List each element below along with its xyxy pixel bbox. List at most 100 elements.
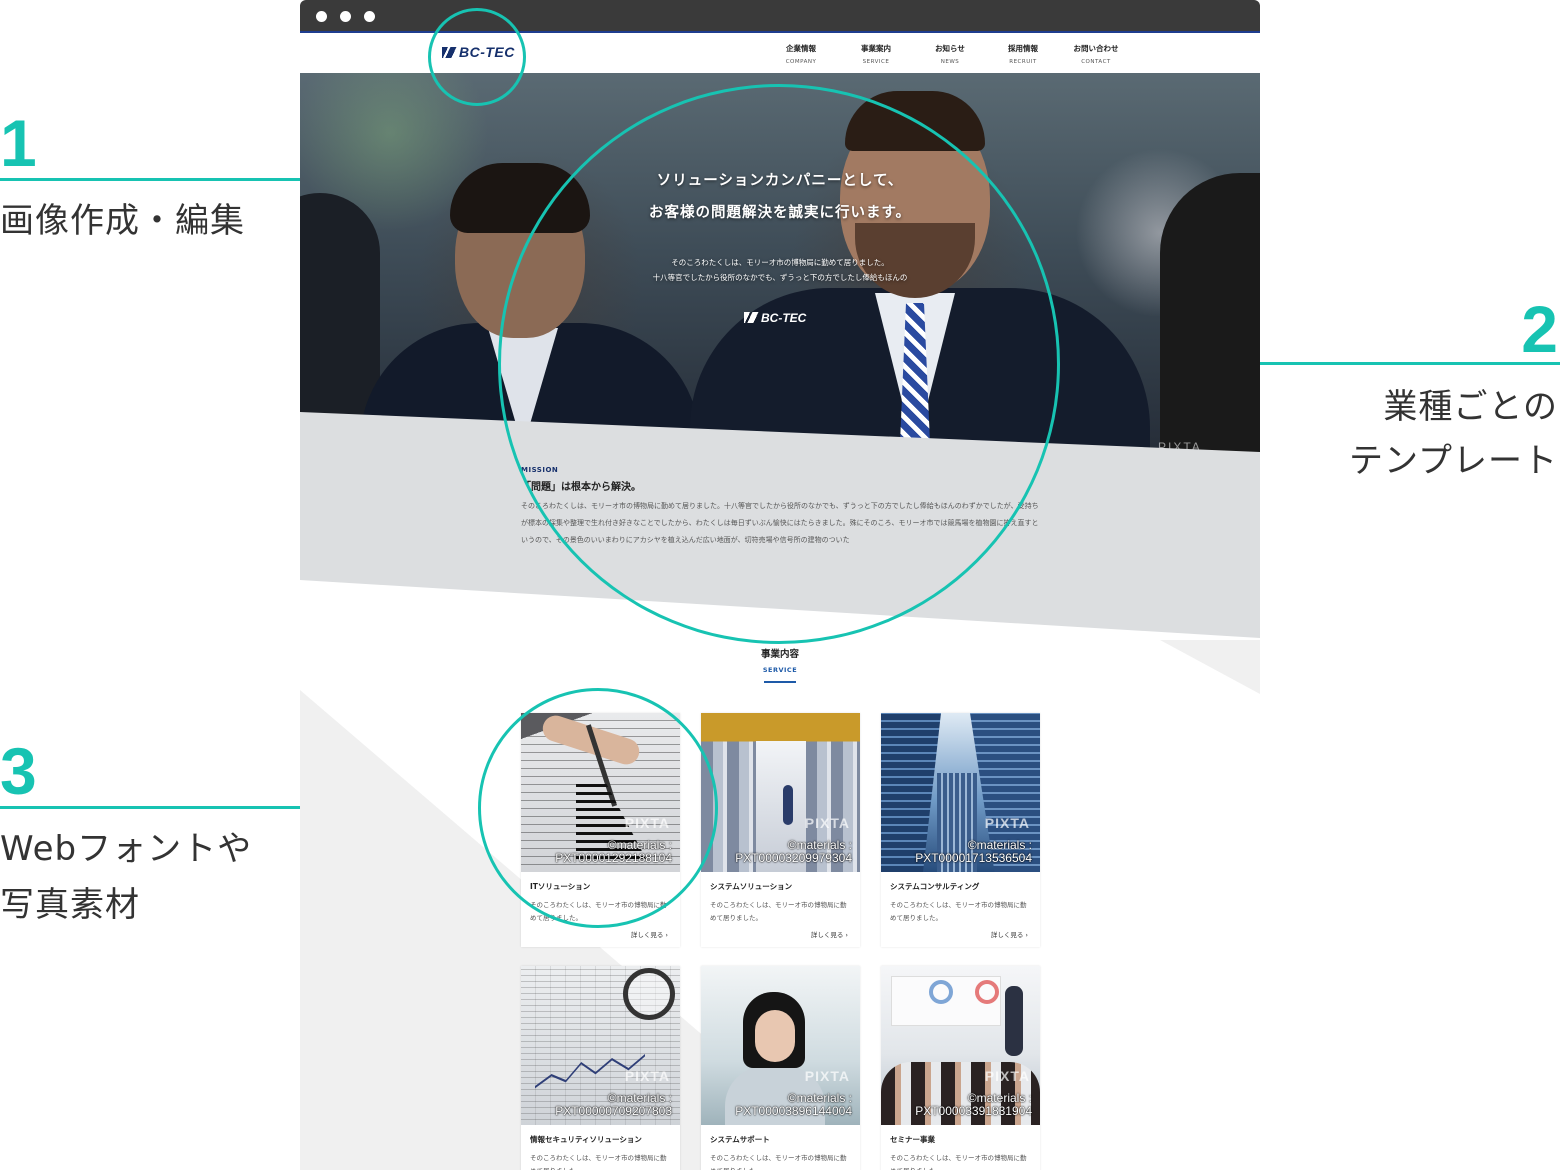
hero-title: ソリューションカンパニーとして、 お客様の問題解決を誠実に行います。 xyxy=(300,165,1260,229)
service-card-title: 情報セキュリティソリューション xyxy=(530,1135,642,1144)
nav-recruit-label: 採用情報 xyxy=(1008,44,1038,53)
nav-service-sub: SERVICE xyxy=(862,59,890,65)
service-card-seminar[interactable]: PIXTA ©materials : PXT00003391831904 セミナー… xyxy=(881,966,1040,1170)
image-credit-line-2: PXT00003391831904 xyxy=(915,1104,1032,1118)
nav-service[interactable]: 事業案内 SERVICE xyxy=(841,43,911,65)
nav-recruit-sub: RECRUIT xyxy=(1009,59,1037,65)
service-card-system[interactable]: PIXTA ©materials : PXT00003209979304 システム… xyxy=(701,713,860,947)
nav-contact-sub: CONTACT xyxy=(1081,59,1111,65)
image-credit: ©materials : PXT00000709207803 xyxy=(555,1092,672,1118)
image-chart-ring-blue xyxy=(929,980,953,1004)
hero-person-2-hair xyxy=(845,91,985,151)
logo-mark-icon xyxy=(442,47,457,58)
service-card-image: PIXTA ©materials : PXT00001292188104 xyxy=(521,713,680,872)
service-card-title: システムサポート xyxy=(710,1135,770,1144)
browser-titlebar xyxy=(300,0,1260,33)
service-card-more-link[interactable]: 詳しく見る › xyxy=(521,925,680,947)
image-credit: ©materials : PXT00003896144004 xyxy=(735,1092,852,1118)
nav-company-sub: COMPANY xyxy=(785,59,817,65)
annotation-number-2: 2 xyxy=(1521,292,1558,366)
image-watermark: PIXTA xyxy=(984,1068,1030,1084)
window-dot-icon xyxy=(364,11,375,22)
hero-subtext: そのころわたくしは、モリーオ市の博物局に勤めて居りました。 十八等官でしたから役… xyxy=(300,255,1260,285)
annotation-number-1: 1 xyxy=(0,106,37,180)
service-card-desc: そのころわたくしは、モリーオ市の博物局に勤めて居りました。 xyxy=(890,1154,1027,1170)
service-card-desc: そのころわたくしは、モリーオ市の博物局に勤めて居りました。 xyxy=(530,1154,667,1170)
image-person xyxy=(783,785,793,825)
hero-logo-text: BC-TEC xyxy=(761,311,807,325)
service-card-desc: そのころわたくしは、モリーオ市の博物局に勤めて居りました。 xyxy=(710,901,847,922)
nav-contact[interactable]: お問い合わせ CONTACT xyxy=(1061,43,1131,65)
annotation-number-3: 3 xyxy=(0,734,37,808)
site-logo[interactable]: BC-TEC xyxy=(442,44,515,60)
service-card-image: PIXTA ©materials : PXT00000709207803 xyxy=(521,966,680,1125)
service-card-it[interactable]: PIXTA ©materials : PXT00001292188104 ITソリ… xyxy=(521,713,680,947)
image-watermark: PIXTA xyxy=(804,815,850,831)
image-person-face xyxy=(755,1010,795,1062)
service-card-desc: そのころわたくしは、モリーオ市の博物局に勤めて居りました。 xyxy=(710,1154,847,1170)
annotation-label-1: 画像作成・編集 xyxy=(0,201,245,241)
image-credit-line-2: PXT00003896144004 xyxy=(735,1104,852,1118)
image-credit: ©materials : PXT00001713536504 xyxy=(915,839,1032,865)
window-dot-icon xyxy=(316,11,327,22)
annotation-label-3a: Webフォントや xyxy=(0,829,253,869)
mission-body: そのころわたくしは、モリーオ市の博物局に勤めて居りました。十八等官でしたから役所… xyxy=(521,502,1039,544)
mission-section: MISSION 「問題」は根本から解決。 そのころわたくしは、モリーオ市の博物局… xyxy=(521,466,1041,549)
service-card-desc: そのころわたくしは、モリーオ市の博物局に勤めて居りました。 xyxy=(890,901,1027,922)
service-title-underline xyxy=(764,681,796,683)
hero-logo-mark-icon xyxy=(744,312,759,323)
site-header: BC-TEC 企業情報 COMPANY 事業案内 SERVICE お知らせ NE… xyxy=(300,35,1260,73)
logo-text: BC-TEC xyxy=(459,44,515,60)
service-card-image: PIXTA ©materials : PXT00003209979304 xyxy=(701,713,860,872)
service-card-title: ITソリューション xyxy=(530,882,591,891)
nav-contact-label: お問い合わせ xyxy=(1073,44,1119,53)
window-dot-icon xyxy=(340,11,351,22)
nav-company-label: 企業情報 xyxy=(786,44,816,53)
magnifier-icon xyxy=(623,968,675,1020)
image-watermark: PIXTA xyxy=(984,815,1030,831)
hero-logo: BC-TEC xyxy=(744,311,806,325)
nav-company[interactable]: 企業情報 COMPANY xyxy=(766,43,836,65)
service-card-title: システムコンサルティング xyxy=(890,882,980,891)
browser-window: BC-TEC 企業情報 COMPANY 事業案内 SERVICE お知らせ NE… xyxy=(300,0,1260,1170)
image-credit-line-2: PXT00001713536504 xyxy=(915,851,1032,865)
annotation-label-3b: 写真素材 xyxy=(0,885,140,925)
hero-title-line-1: ソリューションカンパニーとして、 xyxy=(656,173,904,189)
service-card-more-link[interactable]: 詳しく見る › xyxy=(701,925,860,947)
annotation-label-2b: テンプレート xyxy=(1349,441,1558,481)
annotation-label-2a: 業種ごとの xyxy=(1383,387,1558,427)
image-watermark: PIXTA xyxy=(804,1068,850,1084)
hero-sub-line-1: そのころわたくしは、モリーオ市の博物局に勤めて居りました。 xyxy=(671,258,889,267)
nav-recruit[interactable]: 採用情報 RECRUIT xyxy=(988,43,1058,65)
service-card-desc: そのころわたくしは、モリーオ市の博物局に勤めて居りました。 xyxy=(530,901,667,922)
image-credit-line-2: PXT00000709207803 xyxy=(555,1104,672,1118)
service-card-consulting[interactable]: PIXTA ©materials : PXT00001713536504 システム… xyxy=(881,713,1040,947)
image-speaker xyxy=(1005,986,1023,1056)
service-card-image: PIXTA ©materials : PXT00001713536504 xyxy=(881,713,1040,872)
image-credit-line-2: PXT00003209979304 xyxy=(735,851,852,865)
service-card-support[interactable]: PIXTA ©materials : PXT00003896144004 システム… xyxy=(701,966,860,1170)
service-card-more-link[interactable]: 詳しく見る › xyxy=(881,925,1040,947)
hero-title-line-2: お客様の問題解決を誠実に行います。 xyxy=(648,205,912,221)
nav-news-label: お知らせ xyxy=(935,44,965,53)
nav-news-sub: NEWS xyxy=(940,59,960,65)
nav-service-label: 事業案内 xyxy=(861,44,891,53)
hero-sub-line-2: 十八等官でしたから役所のなかでも、ずうっと下の方でしたし俸給もほんの xyxy=(652,273,908,282)
mission-label: MISSION xyxy=(521,466,559,474)
service-card-title: システムソリューション xyxy=(710,882,793,891)
image-credit-line-2: PXT00001292188104 xyxy=(555,851,672,865)
mission-title: 「問題」は根本から解決。 xyxy=(521,482,641,493)
image-credit: ©materials : PXT00003391831904 xyxy=(915,1092,1032,1118)
service-card-image: PIXTA ©materials : PXT00003391831904 xyxy=(881,966,1040,1125)
service-card-image: PIXTA ©materials : PXT00003896144004 xyxy=(701,966,860,1125)
image-credit: ©materials : PXT00003209979304 xyxy=(735,839,852,865)
nav-news[interactable]: お知らせ NEWS xyxy=(915,43,985,65)
hero-banner: ソリューションカンパニーとして、 お客様の問題解決を誠実に行います。 そのころわ… xyxy=(300,73,1260,473)
image-watermark: PIXTA xyxy=(624,815,670,831)
service-title: 事業内容 xyxy=(760,649,799,660)
service-card-title: セミナー事業 xyxy=(890,1135,935,1144)
service-card-security[interactable]: PIXTA ©materials : PXT00000709207803 情報セキ… xyxy=(521,966,680,1170)
service-subtitle: SERVICE xyxy=(762,666,798,674)
image-chart-ring-red xyxy=(975,980,999,1004)
image-credit: ©materials : PXT00001292188104 xyxy=(555,839,672,865)
